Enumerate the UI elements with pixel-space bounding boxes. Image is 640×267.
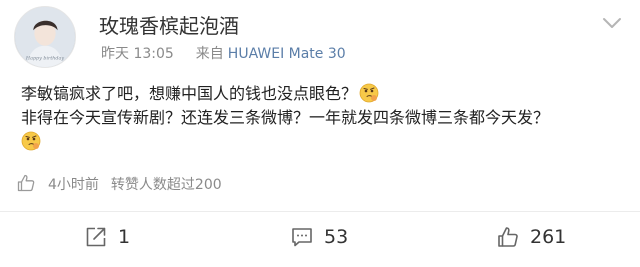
- thinking-face-emoji-icon: [359, 83, 379, 103]
- thinking-face-emoji-icon: [21, 131, 41, 151]
- activity-row: 4小时前 转赞人数超过200: [16, 173, 222, 197]
- post-time: 昨天 13:05: [101, 46, 174, 62]
- activity-time: 4小时前: [48, 177, 99, 193]
- like-count: 261: [530, 226, 567, 248]
- avatar-image: Happy birthday: [15, 7, 75, 67]
- like-button[interactable]: 261: [496, 223, 566, 251]
- post-header: Happy birthday 玫瑰香槟起泡酒 昨天 13:05 来自 HUAWEI …: [0, 0, 640, 70]
- content-text-1: 李敏镐疯求了吧，想赚中国人的钱也没点眼色？: [21, 84, 358, 103]
- comment-button[interactable]: 53: [290, 223, 348, 251]
- content-line-1: 李敏镐疯求了吧，想赚中国人的钱也没点眼色？: [21, 82, 626, 106]
- chevron-down-icon[interactable]: [599, 13, 625, 33]
- post-meta: 昨天 13:05 来自 HUAWEI Mate 30: [101, 43, 346, 63]
- avatar[interactable]: Happy birthday: [14, 6, 76, 68]
- share-count: 1: [118, 226, 131, 248]
- source-prefix: 来自: [195, 46, 224, 62]
- content-line-2: 非得在今天宣传新剧？还连发三条微博？一年就发四条微博三条都今天发？: [21, 108, 550, 127]
- action-bar: 1 53 261: [0, 212, 640, 267]
- content-line-3: [21, 130, 626, 154]
- comment-icon: [292, 228, 312, 247]
- activity-summary[interactable]: 转赞人数超过200: [111, 177, 222, 193]
- username[interactable]: 玫瑰香槟起泡酒: [99, 10, 239, 39]
- post-content: 李敏镐疯求了吧，想赚中国人的钱也没点眼色？ 非得在今天宣传新剧？还连发三条微博？…: [21, 82, 626, 154]
- comment-count: 53: [324, 226, 349, 248]
- device-name[interactable]: HUAWEI Mate 30: [228, 46, 346, 62]
- thumbs-up-icon: [498, 227, 518, 247]
- share-button[interactable]: 1: [84, 223, 130, 251]
- thumbs-up-icon: [17, 174, 35, 192]
- share-icon: [86, 227, 106, 247]
- avatar-caption: Happy birthday: [25, 55, 64, 61]
